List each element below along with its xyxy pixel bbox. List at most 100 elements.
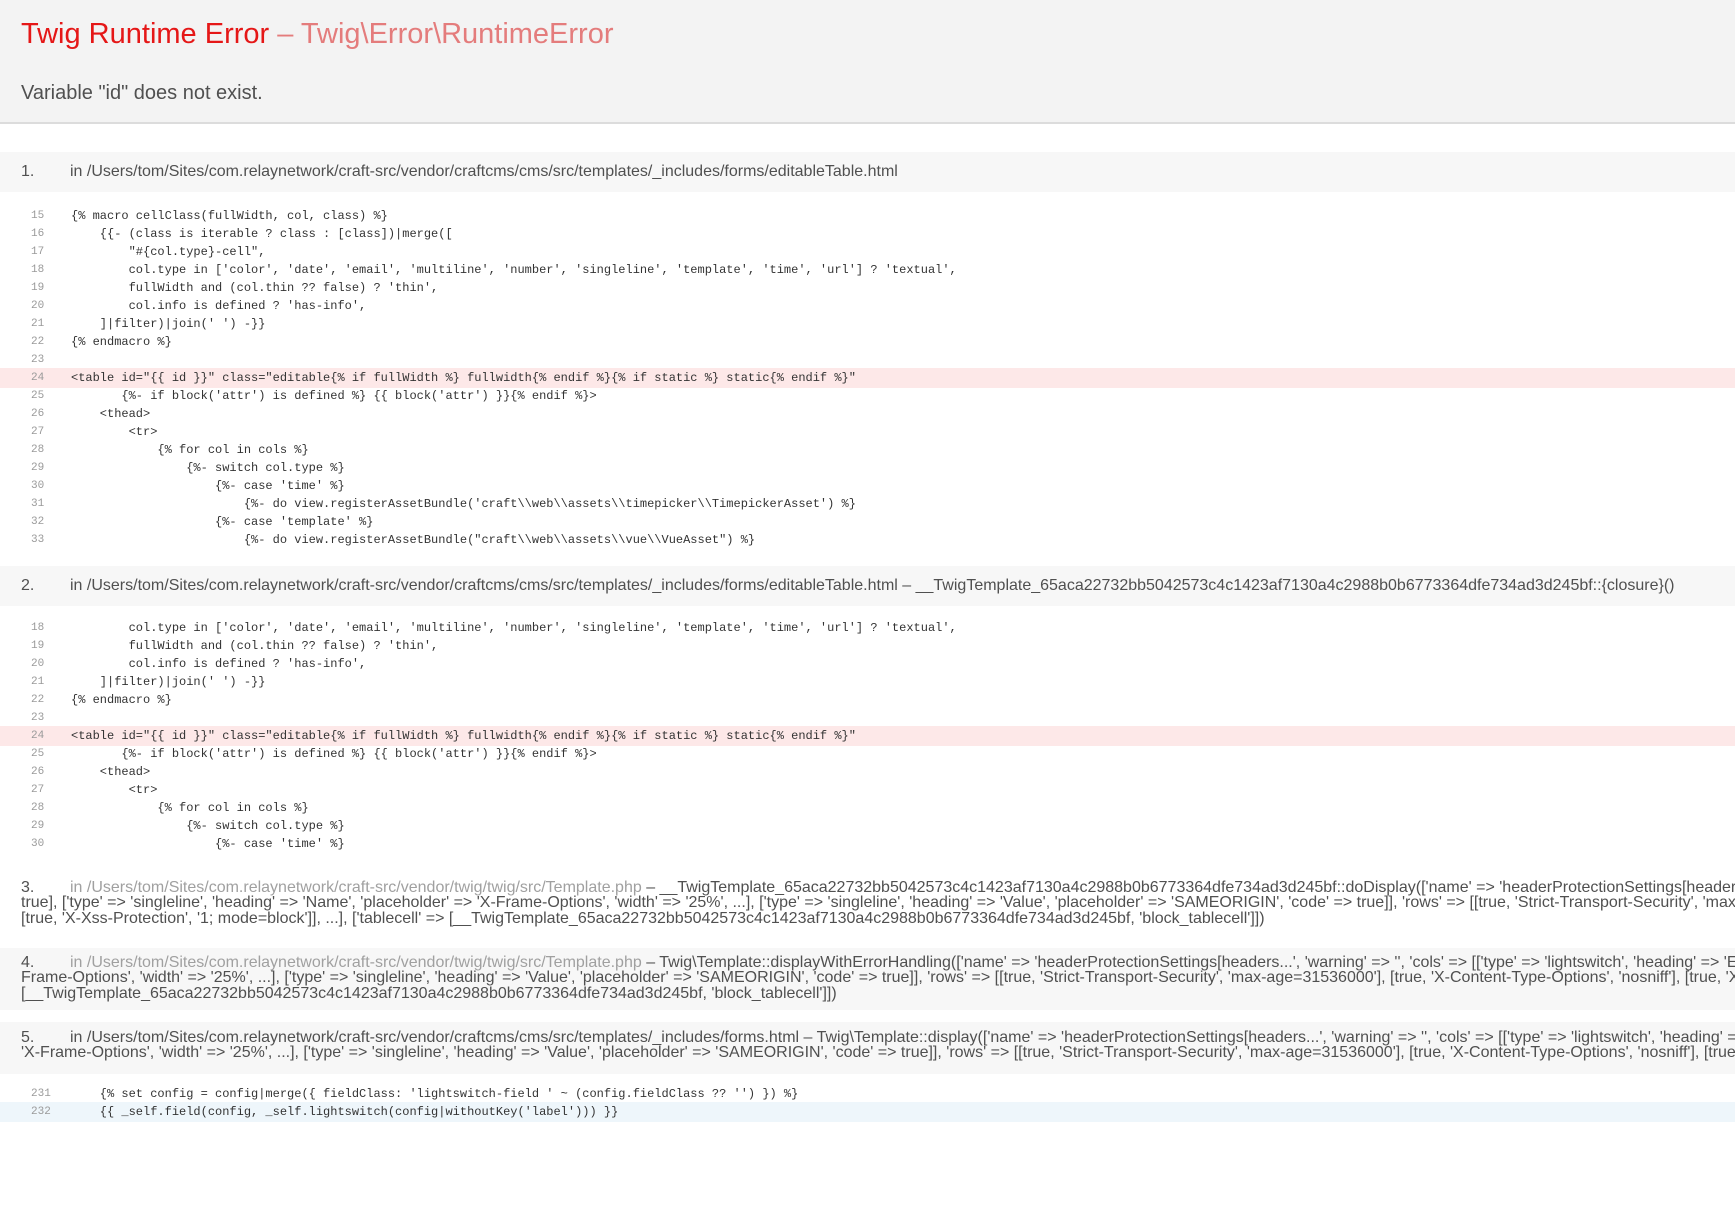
code-line: 25 {%- if block('attr') is defined %} {{… bbox=[0, 744, 1735, 764]
line-number: 22 bbox=[31, 694, 45, 706]
line-number: 30 bbox=[31, 838, 45, 850]
line-number: 26 bbox=[31, 408, 45, 420]
code-text: {% endmacro %} bbox=[71, 693, 172, 707]
line-number: 24 bbox=[31, 730, 45, 742]
call-arguments: true], ['type' => 'singleline', 'heading… bbox=[21, 894, 1735, 927]
code-line: 31 {%- do view.registerAssetBundle('craf… bbox=[0, 494, 1735, 514]
line-number: 20 bbox=[31, 658, 45, 670]
code-text: col.info is defined ? 'has-info', bbox=[71, 299, 367, 313]
code-line: 232 {{ _self.field(config, _self.lightsw… bbox=[0, 1102, 1735, 1122]
line-number: 23 bbox=[31, 354, 45, 366]
code-text: <table id="{{ id }}" class="editable{% i… bbox=[71, 729, 856, 743]
line-number: 27 bbox=[31, 426, 45, 438]
code-text: {{ _self.field(config, _self.lightswitch… bbox=[71, 1105, 619, 1119]
code-line: 22 {% endmacro %} bbox=[0, 690, 1735, 710]
code-line: 231 {% set config = config|merge({ field… bbox=[0, 1084, 1735, 1104]
code-snippet-2: 18 col.type in ['color', 'date', 'email'… bbox=[0, 618, 1735, 880]
code-line: 21 ]|filter)|join(' ') -}} bbox=[0, 314, 1735, 334]
code-text: {%- do view.registerAssetBundle('craft\\… bbox=[71, 497, 856, 511]
line-number: 20 bbox=[31, 300, 45, 312]
line-number: 17 bbox=[31, 246, 45, 258]
code-line: 24 <table id="{{ id }}" class="editable{%… bbox=[0, 368, 1735, 388]
code-text: <tr> bbox=[71, 425, 158, 439]
code-line: 29 {%- switch col.type %} bbox=[0, 816, 1735, 836]
code-line: 30 {%- case 'time' %} bbox=[0, 476, 1735, 496]
code-line: 20 col.info is defined ? 'has-info', bbox=[0, 654, 1735, 674]
line-number: 231 bbox=[31, 1088, 51, 1100]
line-number: 29 bbox=[31, 462, 45, 474]
code-text: {%- case 'template' %} bbox=[71, 515, 374, 529]
code-text: {%- case 'time' %} bbox=[71, 837, 345, 851]
code-line: 21 ]|filter)|join(' ') -}} bbox=[0, 672, 1735, 692]
code-text: ]|filter)|join(' ') -}} bbox=[71, 317, 266, 331]
code-text: fullWidth and (col.thin ?? false) ? 'thi… bbox=[71, 639, 439, 653]
code-text: col.type in ['color', 'date', 'email', '… bbox=[71, 263, 957, 277]
call-stack-item-5[interactable]: 5. in /Users/tom/Sites/com.relaynetwork/… bbox=[0, 1022, 1735, 1074]
code-text: {%- case 'time' %} bbox=[71, 479, 345, 493]
code-text: {%- switch col.type %} bbox=[71, 819, 345, 833]
code-line: 33 {%- do view.registerAssetBundle("craf… bbox=[0, 530, 1735, 550]
line-number: 24 bbox=[31, 372, 45, 384]
code-line: 23 bbox=[0, 350, 1735, 370]
code-text: {%- if block('attr') is defined %} {{ bl… bbox=[71, 389, 597, 403]
call-stack-item-2[interactable]: 2. in /Users/tom/Sites/com.relaynetwork/… bbox=[0, 566, 1735, 606]
line-number: 33 bbox=[31, 534, 45, 546]
error-message: Variable "id" does not exist. bbox=[21, 82, 263, 104]
code-snippet-5: 231 {% set config = config|merge({ field… bbox=[0, 1084, 1735, 1124]
call-stack-item-4[interactable]: 4. in /Users/tom/Sites/com.relaynetwork/… bbox=[0, 948, 1735, 1010]
code-line: 17 "#{col.type}-cell", bbox=[0, 242, 1735, 262]
code-line: 28 {% for col in cols %} bbox=[0, 440, 1735, 460]
code-line: 16 {{- (class is iterable ? class : [cla… bbox=[0, 224, 1735, 244]
code-text: <table id="{{ id }}" class="editable{% i… bbox=[71, 371, 856, 385]
code-text: {% for col in cols %} bbox=[71, 443, 309, 457]
line-number: 18 bbox=[31, 264, 45, 276]
line-number: 27 bbox=[31, 784, 45, 796]
code-line: 26 <thead> bbox=[0, 762, 1735, 782]
code-line: 28 {% for col in cols %} bbox=[0, 798, 1735, 818]
line-number: 31 bbox=[31, 498, 45, 510]
line-number: 25 bbox=[31, 748, 45, 760]
code-text: {{- (class is iterable ? class : [class]… bbox=[71, 227, 453, 241]
code-line: 32 {%- case 'template' %} bbox=[0, 512, 1735, 532]
line-number: 15 bbox=[31, 210, 45, 222]
error-title: Twig Runtime Error – Twig\Error\RuntimeE… bbox=[21, 18, 614, 51]
line-number: 19 bbox=[31, 640, 45, 652]
code-line: 18 col.type in ['color', 'date', 'email'… bbox=[0, 618, 1735, 638]
line-number: 30 bbox=[31, 480, 45, 492]
code-text: {%- do view.registerAssetBundle("craft\\… bbox=[71, 533, 756, 547]
call-stack-item-1[interactable]: 1. in /Users/tom/Sites/com.relaynetwork/… bbox=[0, 152, 1735, 192]
call-location: in /Users/tom/Sites/com.relaynetwork/cra… bbox=[70, 577, 1675, 594]
line-number: 21 bbox=[31, 676, 45, 688]
code-line: 25 {%- if block('attr') is defined %} {{… bbox=[0, 386, 1735, 406]
code-line: 29 {%- switch col.type %} bbox=[0, 458, 1735, 478]
code-text: {% endmacro %} bbox=[71, 335, 172, 349]
line-number: 28 bbox=[31, 802, 45, 814]
code-text: ]|filter)|join(' ') -}} bbox=[71, 675, 266, 689]
code-line: 24 <table id="{{ id }}" class="editable{%… bbox=[0, 726, 1735, 746]
line-number: 22 bbox=[31, 336, 45, 348]
code-text: <thead> bbox=[71, 765, 151, 779]
call-number: 2. bbox=[21, 577, 35, 594]
code-snippet-1: 15 {% macro cellClass(fullWidth, col, cla… bbox=[0, 206, 1735, 586]
code-text: {%- switch col.type %} bbox=[71, 461, 345, 475]
call-stack-item-3[interactable]: 3. in /Users/tom/Sites/com.relaynetwork/… bbox=[0, 874, 1735, 934]
code-line: 23 bbox=[0, 708, 1735, 728]
code-line: 27 <tr> bbox=[0, 422, 1735, 442]
line-number: 18 bbox=[31, 622, 45, 634]
code-line: 19 fullWidth and (col.thin ?? false) ? '… bbox=[0, 636, 1735, 656]
code-line: 19 fullWidth and (col.thin ?? false) ? '… bbox=[0, 278, 1735, 298]
line-number: 28 bbox=[31, 444, 45, 456]
code-line: 30 {%- case 'time' %} bbox=[0, 834, 1735, 854]
code-text: col.type in ['color', 'date', 'email', '… bbox=[71, 621, 957, 635]
error-header: Twig Runtime Error – Twig\Error\RuntimeE… bbox=[0, 0, 1735, 124]
code-text: {%- if block('attr') is defined %} {{ bl… bbox=[71, 747, 597, 761]
exception-class: – Twig\Error\RuntimeError bbox=[269, 18, 614, 50]
call-location: in /Users/tom/Sites/com.relaynetwork/cra… bbox=[70, 163, 898, 180]
code-text: "#{col.type}-cell", bbox=[71, 245, 266, 259]
line-number: 32 bbox=[31, 516, 45, 528]
call-number: 1. bbox=[21, 163, 35, 180]
line-number: 25 bbox=[31, 390, 45, 402]
line-number: 26 bbox=[31, 766, 45, 778]
code-line: 27 <tr> bbox=[0, 780, 1735, 800]
code-text: col.info is defined ? 'has-info', bbox=[71, 657, 367, 671]
